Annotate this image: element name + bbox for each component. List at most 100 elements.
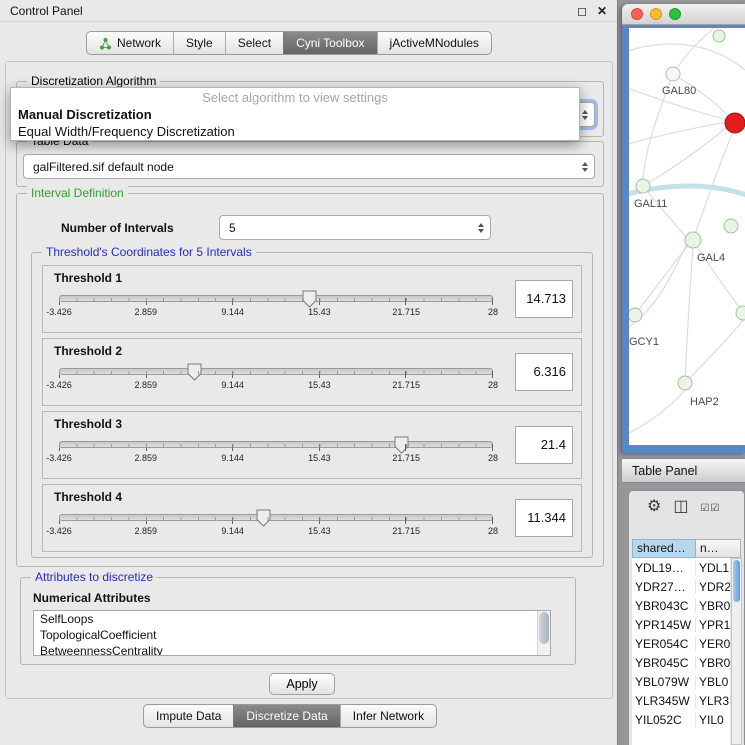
columns-icon[interactable]: ◫ xyxy=(673,499,688,515)
network-window-titlebar xyxy=(622,4,745,25)
column-header-name[interactable]: n… xyxy=(696,539,741,558)
scale-label: -3.426 xyxy=(46,380,72,390)
top-tab-bar: Network Style Select Cyni Toolbox jActiv… xyxy=(86,31,492,55)
network-canvas[interactable]: GAL80 GAL11 GAL4 GCY1 HAP2 xyxy=(629,28,745,445)
list-item[interactable]: TopologicalCoefficient xyxy=(34,627,550,643)
threshold-2-value[interactable]: 6.316 xyxy=(515,353,573,391)
attributes-to-discretize-group: Attributes to discretize Numerical Attri… xyxy=(20,577,576,665)
zoom-traffic-light-icon[interactable] xyxy=(669,8,681,20)
float-window-icon[interactable]: ◻ xyxy=(577,4,587,18)
threshold-label: Threshold 3 xyxy=(54,417,122,431)
apply-button[interactable]: Apply xyxy=(269,673,335,695)
slider-ticks xyxy=(59,298,493,305)
node-label[interactable]: GAL4 xyxy=(697,252,725,264)
scale-label: -3.426 xyxy=(46,526,72,536)
number-of-intervals-label: Number of Intervals xyxy=(61,221,174,235)
threshold-3-value[interactable]: 21.4 xyxy=(515,426,573,464)
combo-stepper-icon xyxy=(472,223,490,233)
scale-label: 2.859 xyxy=(135,453,158,463)
tab-style[interactable]: Style xyxy=(173,32,225,54)
threshold-4-slider[interactable]: -3.426 2.859 9.144 15.43 21.715 28 xyxy=(49,507,503,549)
table-row[interactable]: YBL079WYBL0 xyxy=(632,672,730,691)
combo-stepper-icon xyxy=(576,162,594,172)
tab-label: Discretize Data xyxy=(246,709,327,723)
control-panel-titlebar: Control Panel ◻ ✕ xyxy=(0,0,617,22)
table-body: YDL19…YDL1 YDR27…YDR2 YBR043CYBR0 YPR145… xyxy=(632,558,730,745)
table-row[interactable]: YDL19…YDL1 xyxy=(632,558,730,577)
table-row[interactable]: YBR043CYBR0 xyxy=(632,596,730,615)
slider-ticks xyxy=(59,517,493,524)
list-item[interactable]: SelfLoops xyxy=(34,611,550,627)
tab-label: Infer Network xyxy=(353,709,424,723)
tab-select[interactable]: Select xyxy=(225,32,283,54)
scale-label: 2.859 xyxy=(135,307,158,317)
tab-infer-network[interactable]: Infer Network xyxy=(340,705,436,727)
menu-item-manual-discretization[interactable]: Manual Discretization xyxy=(11,106,579,123)
close-traffic-light-icon[interactable] xyxy=(631,8,643,20)
table-row[interactable]: YDR27…YDR2 xyxy=(632,577,730,596)
thresholds-coordinates-group: Threshold's Coordinates for 5 Intervals … xyxy=(31,252,593,558)
numerical-attributes-heading: Numerical Attributes xyxy=(33,591,151,605)
gear-icon[interactable]: ⚙ xyxy=(647,499,661,515)
threshold-1-slider[interactable]: -3.426 2.859 9.144 15.43 21.715 28 xyxy=(49,288,503,330)
node-label[interactable]: GCY1 xyxy=(629,336,659,348)
threshold-1-panel: Threshold 1 -3.426 2.859 9.144 15.43 xyxy=(42,265,582,333)
table-row[interactable]: YPR145WYPR1 xyxy=(632,615,730,634)
tab-network[interactable]: Network xyxy=(87,32,173,54)
table-panel-header[interactable]: Table Panel xyxy=(622,458,745,483)
close-icon[interactable]: ✕ xyxy=(597,4,607,18)
table-data-select[interactable]: galFiltered.sif default node xyxy=(23,154,595,179)
select-columns-icon[interactable]: ☑☑ xyxy=(700,501,720,514)
minimize-traffic-light-icon[interactable] xyxy=(650,8,662,20)
list-scrollbar[interactable] xyxy=(537,611,550,655)
node-label[interactable]: HAP2 xyxy=(690,396,719,408)
tab-label: Select xyxy=(238,36,271,50)
group-title: Discretization Algorithm xyxy=(27,74,160,88)
slider-ticks xyxy=(59,444,493,451)
threshold-3-slider[interactable]: -3.426 2.859 9.144 15.43 21.715 28 xyxy=(49,434,503,476)
interval-definition-group: Interval Definition Number of Intervals … xyxy=(16,193,604,567)
table-row[interactable]: YLR345WYLR3 xyxy=(632,691,730,710)
scale-label: -3.426 xyxy=(46,307,72,317)
scale-label: 28 xyxy=(488,526,498,536)
column-header-shared-name[interactable]: shared… xyxy=(632,539,696,558)
threshold-1-value[interactable]: 14.713 xyxy=(515,280,573,318)
tab-discretize-data[interactable]: Discretize Data xyxy=(233,705,339,727)
scale-label: 15.43 xyxy=(308,380,331,390)
group-title: Interval Definition xyxy=(27,186,128,200)
node-label[interactable]: GAL80 xyxy=(662,85,696,97)
scale-label: 9.144 xyxy=(221,526,244,536)
tab-jactivemnodules[interactable]: jActiveMNodules xyxy=(377,32,491,54)
screen: Control Panel ◻ ✕ Network Style Select C… xyxy=(0,0,745,745)
threshold-2-slider[interactable]: -3.426 2.859 9.144 15.43 21.715 28 xyxy=(49,361,503,403)
scale-label: 21.715 xyxy=(392,307,420,317)
node-label[interactable]: GAL11 xyxy=(634,198,667,210)
table-scrollbar[interactable] xyxy=(731,558,742,745)
tab-cyni-toolbox[interactable]: Cyni Toolbox xyxy=(283,32,376,54)
scrollbar-thumb[interactable] xyxy=(539,612,549,644)
scrollbar-thumb[interactable] xyxy=(733,560,740,602)
table-row[interactable]: YIL052CYIL0 xyxy=(632,710,730,729)
tab-label: jActiveMNodules xyxy=(390,36,479,50)
threshold-4-value[interactable]: 11.344 xyxy=(515,499,573,537)
tab-impute-data[interactable]: Impute Data xyxy=(144,705,233,727)
threshold-3-panel: Threshold 3 -3.426 2.859 9.144 15.43 xyxy=(42,411,582,479)
scale-label: 21.715 xyxy=(392,380,420,390)
scale-label: 15.43 xyxy=(308,307,331,317)
scale-label: 15.43 xyxy=(308,526,331,536)
tab-label: Network xyxy=(117,36,161,50)
scale-label: 2.859 xyxy=(135,380,158,390)
menu-item-equal-width-frequency[interactable]: Equal Width/Frequency Discretization xyxy=(11,123,579,140)
threshold-2-panel: Threshold 2 -3.426 2.859 9.144 15.43 xyxy=(42,338,582,406)
table-data-group: Table Data galFiltered.sif default node xyxy=(16,141,604,187)
table-panel-title: Table Panel xyxy=(632,464,697,478)
cyni-toolbox-panel: Discretization Algorithm Select algorith… xyxy=(5,61,613,699)
table-row[interactable]: YER054CYER0 xyxy=(632,634,730,653)
number-of-intervals-select[interactable]: 5 xyxy=(219,215,491,240)
scale-label: 9.144 xyxy=(221,453,244,463)
scale-label: 28 xyxy=(488,307,498,317)
scale-label: 21.715 xyxy=(392,526,420,536)
network-view-window: GAL80 GAL11 GAL4 GCY1 HAP2 xyxy=(622,4,745,453)
list-item[interactable]: BetweennessCentrality xyxy=(34,643,550,656)
table-row[interactable]: YBR045CYBR0 xyxy=(632,653,730,672)
